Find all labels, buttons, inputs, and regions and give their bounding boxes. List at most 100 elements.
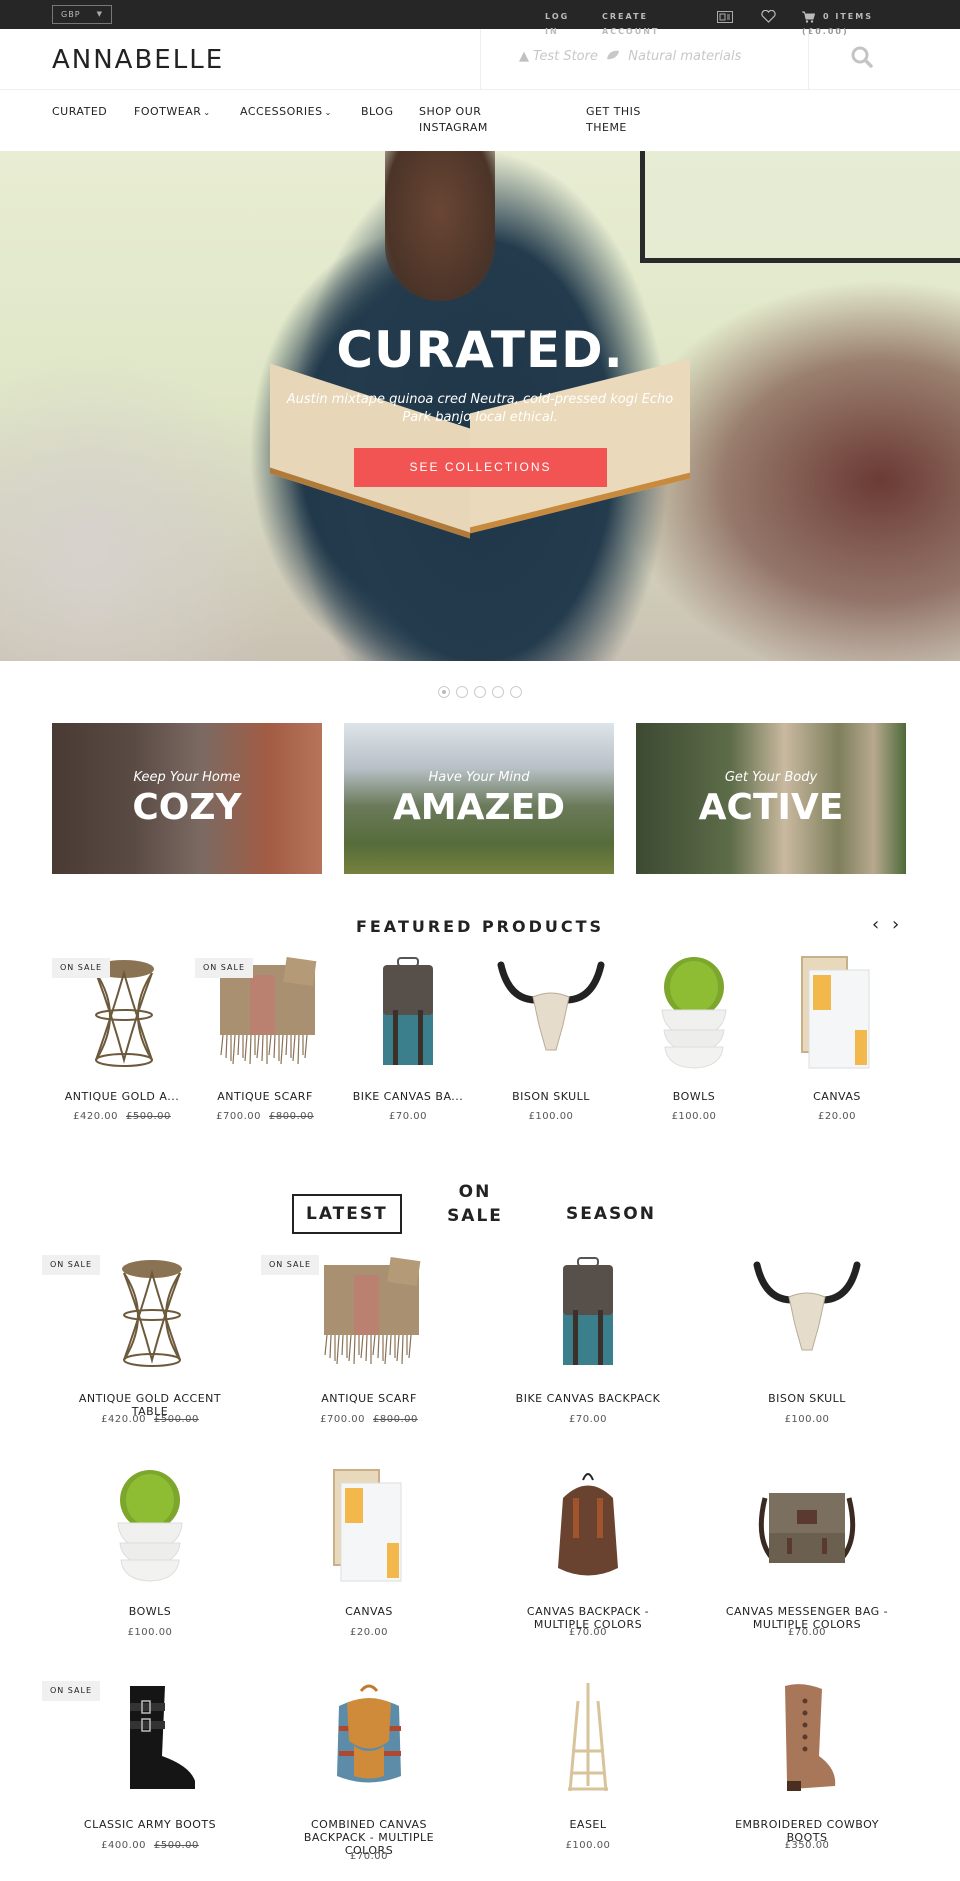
tile-title: AMAZED <box>392 787 566 828</box>
carousel-next-icon[interactable]: › <box>892 914 899 935</box>
featured-product-card[interactable]: ANTIQUE SCARF £700.00 £800.00 ON SALE <box>195 955 335 1122</box>
product-price: £400.00 £500.00 <box>50 1840 250 1851</box>
product-price: £70.00 <box>338 1111 478 1122</box>
search-button[interactable] <box>850 45 878 73</box>
nav-item-curated[interactable]: CURATED <box>52 104 107 120</box>
product-image[interactable] <box>777 955 897 1070</box>
product-name[interactable]: ANTIQUE SCARF <box>269 1392 469 1405</box>
current-price: £70.00 <box>389 1111 427 1122</box>
current-price: £100.00 <box>671 1111 717 1122</box>
product-card[interactable]: EMBROIDERED COWBOY BOOTS £350.00 <box>707 1681 907 1881</box>
product-card[interactable]: BIKE CANVAS BACKPACK £70.00 <box>488 1255 688 1455</box>
product-price: £700.00 £800.00 <box>269 1414 469 1425</box>
collection-tile-amazed[interactable]: Have Your Mind AMAZED <box>344 723 614 874</box>
product-card[interactable]: BISON SKULL £100.00 <box>707 1255 907 1455</box>
nav-item-instagram[interactable]: SHOP OUR INSTAGRAM <box>419 104 509 136</box>
nav-item-get-theme[interactable]: GET THIS THEME <box>586 104 656 136</box>
featured-product-card[interactable]: CANVAS £20.00 <box>767 955 907 1122</box>
product-image[interactable] <box>508 1255 668 1370</box>
hero-title: CURATED. <box>336 321 624 379</box>
product-image[interactable] <box>727 1255 887 1370</box>
current-price: £700.00 <box>216 1111 261 1122</box>
current-price: £420.00 <box>101 1414 146 1425</box>
current-price: £100.00 <box>784 1414 830 1425</box>
nav-item-accessories[interactable]: ACCESSORIES ⌄ <box>240 104 332 121</box>
product-name[interactable]: ANTIQUE GOLD A... <box>52 1090 192 1103</box>
product-card[interactable]: BOWLS £100.00 <box>50 1468 250 1668</box>
featured-product-card[interactable]: ANTIQUE GOLD A... £420.00 £500.00 ON SALE <box>52 955 192 1122</box>
collection-tile-cozy[interactable]: Keep Your Home COZY <box>52 723 322 874</box>
current-price: £400.00 <box>101 1840 146 1851</box>
product-price: £350.00 <box>707 1840 907 1851</box>
tab-season[interactable]: SEASON <box>566 1202 656 1226</box>
product-name[interactable]: ANTIQUE SCARF <box>195 1090 335 1103</box>
product-name[interactable]: CANVAS <box>767 1090 907 1103</box>
product-image[interactable] <box>289 1468 449 1583</box>
product-name[interactable]: BIKE CANVAS BACKPACK <box>488 1392 688 1405</box>
product-card[interactable]: EASEL £100.00 <box>488 1681 688 1881</box>
chevron-down-icon: ⌄ <box>324 108 332 117</box>
current-price: £70.00 <box>569 1414 607 1425</box>
wishlist-heart-icon[interactable] <box>761 8 776 27</box>
product-name[interactable]: CLASSIC ARMY BOOTS <box>50 1818 250 1831</box>
product-card[interactable]: ANTIQUE GOLD ACCENT TABLE £420.00 £500.00… <box>42 1255 250 1455</box>
product-price: £20.00 <box>767 1111 907 1122</box>
product-name[interactable]: EASEL <box>488 1818 688 1831</box>
product-price: £100.00 <box>50 1627 250 1638</box>
product-name[interactable]: BOWLS <box>624 1090 764 1103</box>
tab-on-sale[interactable]: ON SALE <box>445 1180 505 1228</box>
product-price: £70.00 <box>269 1851 469 1862</box>
product-image[interactable] <box>727 1681 887 1796</box>
product-card[interactable]: COMBINED CANVAS BACKPACK - MULTIPLE COLO… <box>269 1681 469 1881</box>
product-name[interactable]: CANVAS <box>269 1605 469 1618</box>
product-name[interactable]: BIKE CANVAS BA... <box>338 1090 478 1103</box>
tile-subtitle: Keep Your Home <box>133 770 241 785</box>
slide-dot-5[interactable] <box>510 686 522 698</box>
product-card[interactable]: CANVAS £20.00 <box>269 1468 469 1668</box>
product-name[interactable]: BOWLS <box>50 1605 250 1618</box>
featured-product-card[interactable]: BIKE CANVAS BA... £70.00 <box>338 955 478 1122</box>
store-logo[interactable]: ANNABELLE <box>52 45 224 75</box>
product-image[interactable] <box>289 1681 449 1796</box>
carousel-prev-icon[interactable]: ‹ <box>872 914 879 935</box>
tile-title: ACTIVE <box>698 787 844 828</box>
product-image[interactable] <box>491 955 611 1070</box>
tab-latest[interactable]: LATEST <box>292 1194 402 1234</box>
featured-product-card[interactable]: BISON SKULL £100.00 <box>481 955 621 1122</box>
nav-item-footwear[interactable]: FOOTWEAR ⌄ <box>134 104 211 121</box>
product-name[interactable]: BISON SKULL <box>481 1090 621 1103</box>
product-name[interactable]: BISON SKULL <box>707 1392 907 1405</box>
product-image[interactable] <box>508 1468 668 1583</box>
featured-product-card[interactable]: BOWLS £100.00 <box>624 955 764 1122</box>
cart-count[interactable]: 0 ITEMS <box>823 9 873 24</box>
product-image[interactable] <box>70 1468 230 1583</box>
header-divider <box>480 29 481 90</box>
product-image[interactable] <box>634 955 754 1070</box>
slide-dot-1[interactable] <box>438 686 450 698</box>
currency-selector[interactable]: GBP ▼ <box>52 5 112 24</box>
product-price: £100.00 <box>624 1111 764 1122</box>
product-card[interactable]: CANVAS BACKPACK - MULTIPLE COLORS £70.00 <box>488 1468 688 1668</box>
product-image[interactable] <box>508 1681 668 1796</box>
current-price: £20.00 <box>350 1627 388 1638</box>
original-price: £800.00 <box>269 1111 314 1122</box>
on-sale-badge: ON SALE <box>42 1255 100 1275</box>
slide-dot-3[interactable] <box>474 686 486 698</box>
nav-item-blog[interactable]: BLOG <box>361 104 393 120</box>
slide-dot-4[interactable] <box>492 686 504 698</box>
slide-dot-2[interactable] <box>456 686 468 698</box>
product-image[interactable] <box>727 1468 887 1583</box>
header-divider <box>808 29 809 90</box>
header-tagline: ▲ Test Store Natural materials <box>515 49 741 64</box>
product-image[interactable] <box>348 955 468 1070</box>
product-card[interactable]: ANTIQUE SCARF £700.00 £800.00 ON SALE <box>261 1255 469 1455</box>
product-card[interactable]: CLASSIC ARMY BOOTS £400.00 £500.00 ON SAL… <box>42 1681 250 1881</box>
collection-tile-active[interactable]: Get Your Body ACTIVE <box>636 723 906 874</box>
on-sale-badge: ON SALE <box>42 1681 100 1701</box>
product-card[interactable]: CANVAS MESSENGER BAG - MULTIPLE COLORS £… <box>707 1468 907 1668</box>
nav-label: ACCESSORIES <box>240 105 323 118</box>
see-collections-button[interactable]: SEE COLLECTIONS <box>354 448 607 487</box>
product-price: £420.00 £500.00 <box>50 1414 250 1425</box>
nav-label: GET THIS THEME <box>586 105 641 134</box>
newsletter-icon[interactable] <box>717 8 733 27</box>
